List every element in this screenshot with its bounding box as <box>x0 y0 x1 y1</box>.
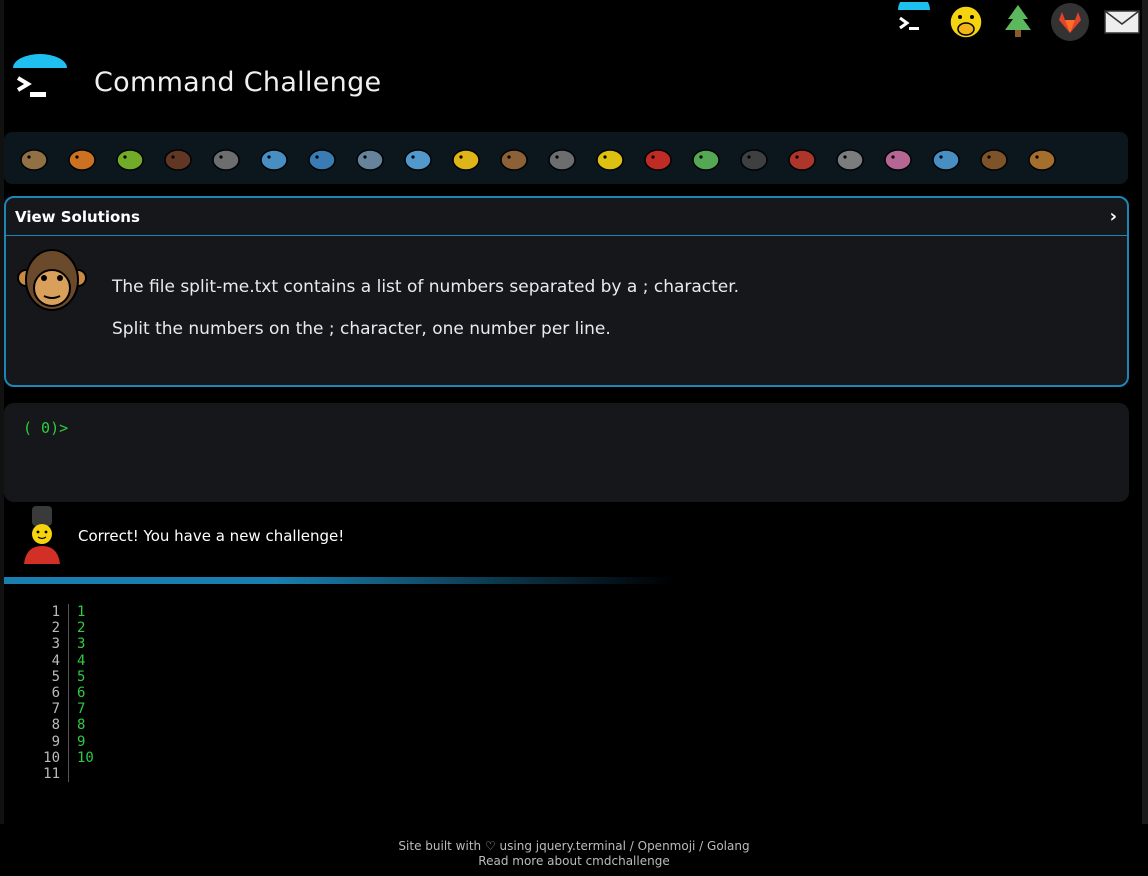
top-icon-bar <box>892 0 1144 44</box>
whale-icon[interactable] <box>250 134 298 182</box>
output-line: 11 <box>30 766 94 783</box>
line-value: 9 <box>77 733 86 750</box>
footer-credits: Site built with ♡ using jquery.terminal … <box>398 839 750 853</box>
challenge-progress-bar <box>4 132 1128 184</box>
fish-icon[interactable] <box>394 134 442 182</box>
output-line: 99 <box>30 733 94 750</box>
gitlab-icon[interactable] <box>1048 0 1092 44</box>
output-line: 44 <box>30 652 94 669</box>
monkey-icon[interactable] <box>970 134 1018 182</box>
terminal[interactable]: ( 0)> <box>4 403 1129 502</box>
cricket-icon[interactable] <box>682 134 730 182</box>
line-value: 7 <box>77 701 86 718</box>
challenge-panel: View Solutions › The file split-me.txt c… <box>4 196 1129 387</box>
line-number: 10 <box>30 749 69 767</box>
line-number: 9 <box>30 733 69 750</box>
line-number: 7 <box>30 701 69 718</box>
mail-icon[interactable] <box>1100 0 1144 44</box>
guard-icon <box>18 504 66 568</box>
terminal-prompt: ( 0)> <box>23 419 69 437</box>
line-number: 3 <box>30 636 69 653</box>
footer: Site built with ♡ using jquery.terminal … <box>0 824 1148 876</box>
line-value: 5 <box>77 668 86 685</box>
output-line: 22 <box>30 620 94 637</box>
footer-read-more-link[interactable]: Read more about cmdchallenge <box>0 854 1148 869</box>
view-solutions-toggle[interactable]: View Solutions › <box>6 198 1127 236</box>
line-number: 1 <box>30 604 69 621</box>
spider-icon[interactable] <box>730 134 778 182</box>
output-line: 10 10 <box>30 749 94 767</box>
line-value: 10 <box>77 749 94 766</box>
view-solutions-label: View Solutions <box>15 207 140 226</box>
line-value: 1 <box>77 604 86 620</box>
snail-icon[interactable] <box>10 134 58 182</box>
spider-web-icon[interactable] <box>202 134 250 182</box>
dolphin-icon[interactable] <box>346 134 394 182</box>
shark-icon[interactable] <box>298 134 346 182</box>
logo-icon[interactable] <box>10 52 70 112</box>
divider-bar <box>4 577 674 584</box>
line-value: 2 <box>77 620 86 637</box>
scorpion-icon[interactable] <box>778 134 826 182</box>
monkey-icon <box>14 244 90 320</box>
chevron-right-icon: › <box>1109 206 1117 227</box>
ladybug-icon[interactable] <box>634 134 682 182</box>
status-message: Correct! You have a new challenge! <box>18 504 344 568</box>
butterfly-icon[interactable] <box>58 134 106 182</box>
tropical-fish-icon[interactable] <box>442 134 490 182</box>
line-number: 11 <box>30 766 69 783</box>
challenge-text-line-2: Split the numbers on the ; character, on… <box>112 319 611 339</box>
line-number: 4 <box>30 652 69 669</box>
output-line: 77 <box>30 701 94 718</box>
line-value: 4 <box>77 652 86 669</box>
line-number: 8 <box>30 717 69 734</box>
line-number: 2 <box>30 620 69 637</box>
page-title: Command Challenge <box>94 66 382 98</box>
dog-icon[interactable] <box>1018 134 1066 182</box>
output-line: 55 <box>30 668 94 686</box>
ant-icon[interactable] <box>154 134 202 182</box>
terminal-icon[interactable] <box>892 0 936 44</box>
microbe-icon[interactable] <box>922 134 970 182</box>
face-hand-over-mouth-icon[interactable] <box>944 0 988 44</box>
line-value <box>69 766 77 782</box>
status-message-text: Correct! You have a new challenge! <box>78 527 345 545</box>
line-number: 5 <box>30 668 69 686</box>
blowfish-icon[interactable] <box>490 134 538 182</box>
site-header: Command Challenge <box>10 52 381 112</box>
output-line: 33 <box>30 636 94 653</box>
line-value: 3 <box>77 636 86 653</box>
fly-icon[interactable] <box>826 134 874 182</box>
line-number: 6 <box>30 685 69 702</box>
scrollbar[interactable] <box>1142 0 1148 824</box>
output-listing: 1 1 2 2 3 3 4 4 5 5 6 6 7 7 8 8 9 9 10 10 11 <box>30 604 94 783</box>
output-line: 88 <box>30 717 94 734</box>
line-value: 8 <box>77 717 86 734</box>
worm-icon[interactable] <box>874 134 922 182</box>
bee-icon[interactable] <box>586 134 634 182</box>
line-value: 6 <box>77 685 86 702</box>
caterpillar-icon[interactable] <box>106 134 154 182</box>
output-line: 11 <box>30 604 94 621</box>
challenge-text-line-1: The file split-me.txt contains a list of… <box>112 277 740 297</box>
wolf-icon[interactable] <box>538 134 586 182</box>
tree-icon[interactable] <box>996 0 1040 44</box>
output-line: 66 <box>30 685 94 702</box>
